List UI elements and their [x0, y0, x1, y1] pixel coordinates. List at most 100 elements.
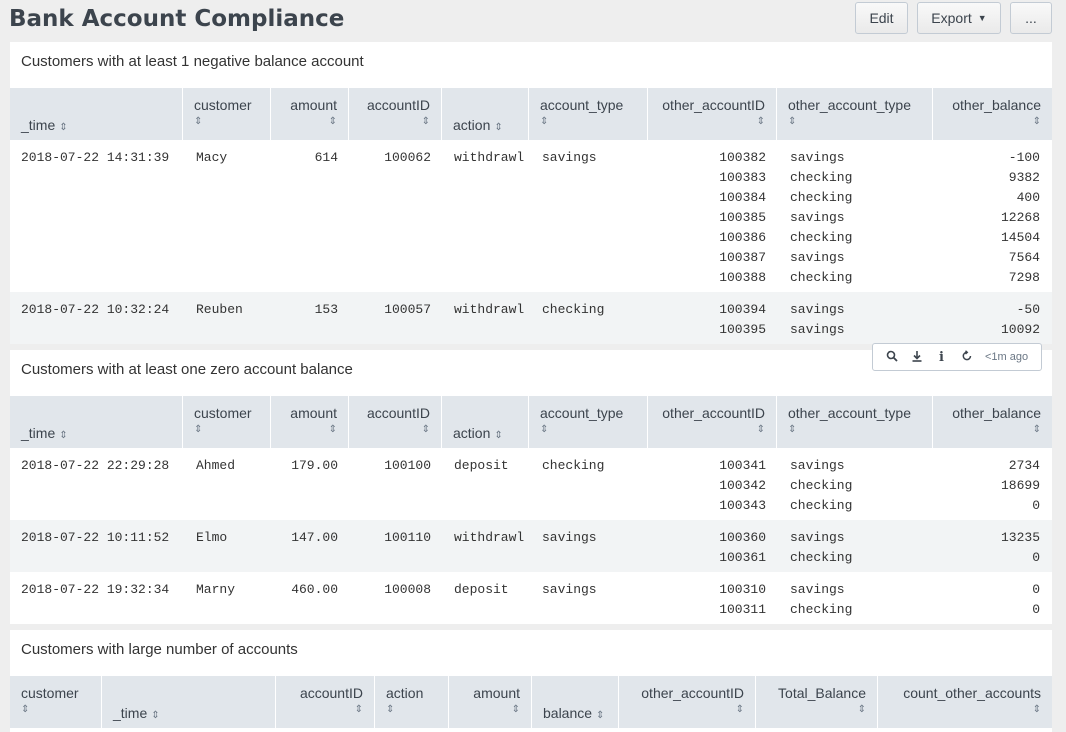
cell-other-balance-value[interactable]: 13235 [1001, 528, 1040, 548]
col-accountid[interactable]: accountID ⇕ [349, 396, 442, 448]
cell-other-account-type-value[interactable]: savings [790, 248, 852, 268]
col-account-type[interactable]: account_type ⇕ [529, 88, 648, 140]
col-customer[interactable]: customer ⇕ [183, 88, 271, 140]
cell-other-accountid-value[interactable]: 100387 [719, 248, 766, 268]
cell-other-account-type-value[interactable]: checking [790, 548, 852, 568]
cell-action[interactable]: withdrawl [454, 300, 524, 320]
cell-customer[interactable]: Marny [196, 580, 235, 600]
cell-other-accountid-value[interactable]: 100343 [719, 496, 766, 516]
cell-time[interactable]: 2018-07-22 22:29:28 [21, 456, 169, 476]
col-accountid[interactable]: accountID ⇕ [276, 676, 375, 728]
cell-other-balance-value[interactable]: 0 [1001, 548, 1040, 568]
cell-other-accountid-value[interactable]: 100311 [719, 600, 766, 620]
cell-amount[interactable]: 614 [315, 148, 338, 168]
info-icon[interactable]: i [929, 350, 954, 365]
col-count-other-accounts[interactable]: count_other_accounts ⇕ [878, 676, 1052, 728]
cell-account-type[interactable]: savings [542, 580, 597, 600]
col-amount[interactable]: amount ⇕ [271, 396, 349, 448]
cell-other-account-type-value[interactable]: checking [790, 228, 852, 248]
cell-other-accountid-value[interactable]: 100361 [719, 548, 766, 568]
cell-other-balance-value[interactable]: -100 [1001, 148, 1040, 168]
search-icon[interactable] [879, 350, 904, 365]
cell-other-accountid-value[interactable]: 100388 [719, 268, 766, 288]
cell-other-balance-value[interactable]: 10092 [1001, 320, 1040, 340]
cell-other-account-type-value[interactable]: savings [790, 456, 852, 476]
cell-other-accountid-value[interactable]: 100382 [719, 148, 766, 168]
col-other-account-type[interactable]: other_account_type ⇕ [777, 88, 933, 140]
cell-other-accountid-value[interactable]: 100341 [719, 456, 766, 476]
cell-other-balance-value[interactable]: 9382 [1001, 168, 1040, 188]
cell-other-account-type-value[interactable]: checking [790, 188, 852, 208]
cell-other-account-type-value[interactable]: savings [790, 300, 845, 320]
cell-other-account-type-value[interactable]: savings [790, 528, 852, 548]
col-time[interactable]: _time ⇕ [10, 88, 183, 140]
col-customer[interactable]: customer ⇕ [10, 676, 102, 728]
cell-account-type[interactable]: checking [542, 456, 604, 476]
cell-amount[interactable]: 147.00 [291, 528, 338, 548]
cell-accountid[interactable]: 100062 [384, 148, 431, 168]
cell-time[interactable]: 2018-07-22 14:31:39 [21, 148, 169, 168]
table-row[interactable]: 2018-07-22 22:29:28 Ahmed 179.00 100100 depo… [10, 448, 1052, 520]
export-button[interactable]: Export ▼ [917, 2, 1001, 34]
cell-accountid[interactable]: 100100 [384, 456, 431, 476]
cell-account-type[interactable]: savings [542, 148, 597, 168]
cell-other-account-type-value[interactable]: checking [790, 476, 852, 496]
col-amount[interactable]: amount ⇕ [271, 88, 349, 140]
cell-customer[interactable]: Elmo [196, 528, 227, 548]
col-action[interactable]: action ⇕ [375, 676, 449, 728]
cell-other-accountid-value[interactable]: 100384 [719, 188, 766, 208]
table-row[interactable]: 2018-07-22 10:32:24 Reuben 153 100057 withdr… [10, 292, 1052, 344]
cell-other-account-type-value[interactable]: checking [790, 496, 852, 516]
table-row[interactable]: 2018-07-22 10:11:52 Elmo 147.00 100110 withd… [10, 520, 1052, 572]
cell-other-balance-value[interactable]: 14504 [1001, 228, 1040, 248]
cell-other-balance-value[interactable]: 7298 [1001, 268, 1040, 288]
cell-account-type[interactable]: savings [542, 528, 597, 548]
cell-other-balance-value[interactable]: 18699 [1001, 476, 1040, 496]
cell-time[interactable]: 2018-07-22 19:32:34 [21, 580, 169, 600]
cell-other-balance-value[interactable]: 0 [1032, 600, 1040, 620]
cell-other-account-type-value[interactable]: savings [790, 580, 852, 600]
col-action[interactable]: action ⇕ [442, 396, 529, 448]
col-other-accountid[interactable]: other_accountID ⇕ [619, 676, 756, 728]
cell-other-accountid-value[interactable]: 100395 [719, 320, 766, 340]
cell-amount[interactable]: 460.00 [291, 580, 338, 600]
cell-action[interactable]: withdrawl [454, 148, 524, 168]
cell-time[interactable]: 2018-07-22 10:11:52 [21, 528, 169, 548]
col-account-type[interactable]: account_type ⇕ [529, 396, 648, 448]
cell-other-accountid-value[interactable]: 100360 [719, 528, 766, 548]
cell-amount[interactable]: 179.00 [291, 456, 338, 476]
cell-customer[interactable]: Macy [196, 148, 227, 168]
cell-customer[interactable]: Reuben [196, 300, 243, 320]
cell-other-accountid-value[interactable]: 100386 [719, 228, 766, 248]
cell-other-account-type-value[interactable]: savings [790, 320, 845, 340]
col-time[interactable]: _time ⇕ [10, 396, 183, 448]
more-button[interactable]: ... [1010, 2, 1052, 34]
col-action[interactable]: action ⇕ [442, 88, 529, 140]
col-accountid[interactable]: accountID ⇕ [349, 88, 442, 140]
cell-other-balance-value[interactable]: 0 [1032, 580, 1040, 600]
cell-other-accountid-value[interactable]: 100383 [719, 168, 766, 188]
refresh-icon[interactable] [954, 349, 979, 365]
col-customer[interactable]: customer ⇕ [183, 396, 271, 448]
col-other-accountid[interactable]: other_accountID ⇕ [648, 88, 777, 140]
cell-accountid[interactable]: 100110 [384, 528, 431, 548]
cell-customer[interactable]: Ahmed [196, 456, 235, 476]
cell-other-balance-value[interactable]: 2734 [1001, 456, 1040, 476]
table-row[interactable]: 2018-07-22 19:32:34 Marny 460.00 100008 depo… [10, 572, 1052, 624]
cell-action[interactable]: deposit [454, 580, 509, 600]
cell-account-type[interactable]: checking [542, 300, 604, 320]
col-time[interactable]: _time ⇕ [102, 676, 276, 728]
col-other-account-type[interactable]: other_account_type ⇕ [777, 396, 933, 448]
cell-other-accountid-value[interactable]: 100310 [719, 580, 766, 600]
col-total-balance[interactable]: Total_Balance ⇕ [756, 676, 878, 728]
cell-other-accountid-value[interactable]: 100385 [719, 208, 766, 228]
col-other-balance[interactable]: other_balance ⇕ [933, 396, 1052, 448]
cell-other-balance-value[interactable]: 7564 [1001, 248, 1040, 268]
cell-action[interactable]: deposit [454, 456, 509, 476]
cell-time[interactable]: 2018-07-22 10:32:24 [21, 300, 169, 320]
col-other-accountid[interactable]: other_accountID ⇕ [648, 396, 777, 448]
edit-button[interactable]: Edit [855, 2, 908, 34]
cell-other-account-type-value[interactable]: savings [790, 148, 852, 168]
cell-other-balance-value[interactable]: 0 [1001, 496, 1040, 516]
cell-accountid[interactable]: 100057 [384, 300, 431, 320]
